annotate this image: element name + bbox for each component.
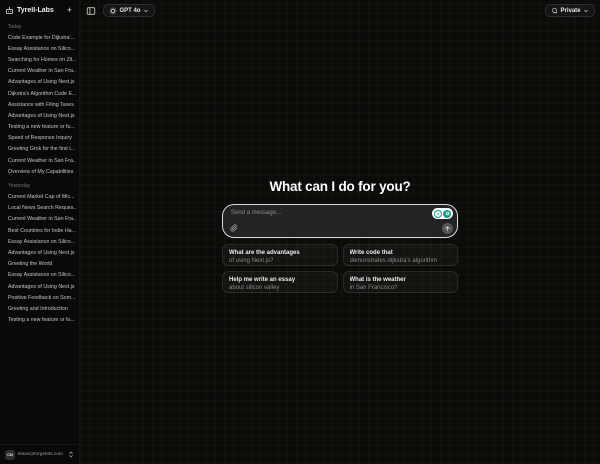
model-label: GPT 4o [119, 7, 141, 14]
suggestion-card[interactable]: What is the weather in San Francisco? [342, 271, 458, 293]
suggestion-card[interactable]: What are the advantages of using Next.js? [222, 244, 338, 266]
suggestion-subtitle: about silicon valley [229, 285, 280, 291]
sidebar-history-item[interactable]: Testing a new feature or fu... [3, 122, 76, 133]
sidebar-history-item[interactable]: Advantages of Using Next.js [3, 110, 76, 121]
message-placeholder: Send a message... [231, 210, 282, 216]
sidebar-history-item[interactable]: Advantages of Using Next.js [3, 77, 76, 88]
ghost-icon [551, 7, 558, 14]
chevron-down-icon [583, 8, 589, 14]
extension-pin-icon [434, 209, 442, 218]
sidebar-history-item[interactable]: Essay Assistance on Silico... [3, 43, 76, 54]
browser-extension-badge[interactable] [432, 208, 453, 219]
sidebar-history-item[interactable]: Current Market Cap of Mic... [3, 191, 76, 202]
sidebar-history-item[interactable]: Speed of Response Inquiry [3, 133, 76, 144]
sidebar-history-item[interactable]: Greeting Grok for the first t... [3, 144, 76, 155]
send-button[interactable] [442, 223, 453, 234]
hero-section: What can I do for you? Send a message... [222, 179, 458, 293]
sidebar-history-item[interactable]: Overview of My Capabilities [3, 166, 76, 177]
suggestion-title: Write code that [349, 250, 393, 256]
sidebar: Tyrell-Labs + Today Code Example for Dijk… [0, 0, 80, 464]
suggestion-title: What is the weather [349, 277, 406, 283]
suggestion-card[interactable]: Write code that demonstrates dijkstra's a… [342, 244, 458, 266]
sidebar-history-item[interactable]: Local News Search Reques... [3, 203, 76, 214]
sidebar-history-item[interactable]: Advantages of Using Next.js [3, 281, 76, 292]
chevron-updown-icon [68, 451, 74, 458]
sidebar-history-item[interactable]: Greeting and Introduction [3, 303, 76, 314]
sidebar-header: Tyrell-Labs + [0, 0, 79, 18]
top-toolbar: GPT 4o Private [84, 4, 595, 17]
suggestion-card[interactable]: Help me write an essay about silicon vall… [222, 271, 338, 293]
sidebar-history-item[interactable]: Current Weather in San Fra... [3, 155, 76, 166]
user-account-button[interactable]: CN klaas@forgebits.com [0, 444, 79, 464]
new-chat-button[interactable]: + [66, 6, 73, 15]
sidebar-history-item[interactable]: Best Countries for Indie Ha... [3, 225, 76, 236]
brand-title: Tyrell-Labs [17, 7, 54, 14]
sidebar-history-item[interactable]: Essay Assistance on Silico... [3, 236, 76, 247]
app-window: Tyrell-Labs + Today Code Example for Dijk… [0, 0, 600, 464]
suggestion-subtitle: of using Next.js? [229, 258, 274, 264]
sidebar-history-item[interactable]: Current Weather in San Fra... [3, 214, 76, 225]
suggestion-subtitle: in San Francisco? [349, 285, 398, 291]
sidebar-history-item[interactable]: Dijkstra's Algorithm Code E... [3, 88, 76, 99]
extension-g-icon [443, 209, 451, 218]
sidebar-history-item[interactable]: Essay Assistance on Silico... [3, 270, 76, 281]
sidebar-history-item[interactable]: Greeting the World [3, 259, 76, 270]
suggestion-cards: What are the advantages of using Next.js?… [222, 244, 458, 293]
suggestion-subtitle: demonstrates dijkstra's algorithm [349, 258, 438, 264]
avatar: CN [5, 449, 15, 460]
sidebar-history-item[interactable]: Code Example for Dijkstra'... [3, 32, 76, 43]
sidebar-history-item[interactable]: Current Weather in San Fra... [3, 66, 76, 77]
sidebar-toggle-icon[interactable] [84, 4, 98, 18]
sidebar-history-item[interactable]: Testing a new feature or fu... [3, 315, 76, 326]
suggestion-title: Help me write an essay [229, 277, 296, 283]
suggestion-title: What are the advantages [229, 250, 300, 256]
model-selector[interactable]: GPT 4o [103, 4, 156, 17]
message-input[interactable]: Send a message... [222, 204, 458, 238]
privacy-mode-button[interactable]: Private [544, 4, 595, 17]
paperclip-icon[interactable] [228, 222, 240, 234]
sidebar-history: Today Code Example for Dijkstra'... Essay … [0, 18, 79, 444]
page-title: What can I do for you? [269, 179, 411, 194]
main-area: GPT 4o Private What can I do for you? Se… [80, 0, 600, 464]
gear-icon [109, 7, 117, 15]
sidebar-history-item[interactable]: Assistance with Filing Taxes [3, 99, 76, 110]
history-section-label: Yesterday [8, 183, 31, 190]
robot-logo-icon [5, 6, 14, 15]
history-section-label: Today [8, 24, 22, 30]
privacy-label: Private [560, 7, 581, 14]
chevron-down-icon [143, 8, 149, 14]
sidebar-history-item[interactable]: Positive Feedback on Som... [3, 292, 76, 303]
sidebar-history-item[interactable]: Searching for Homes on Zil... [3, 54, 76, 65]
user-email: klaas@forgebits.com [18, 452, 63, 457]
sidebar-history-item[interactable]: Advantages of Using Next.js [3, 247, 76, 258]
